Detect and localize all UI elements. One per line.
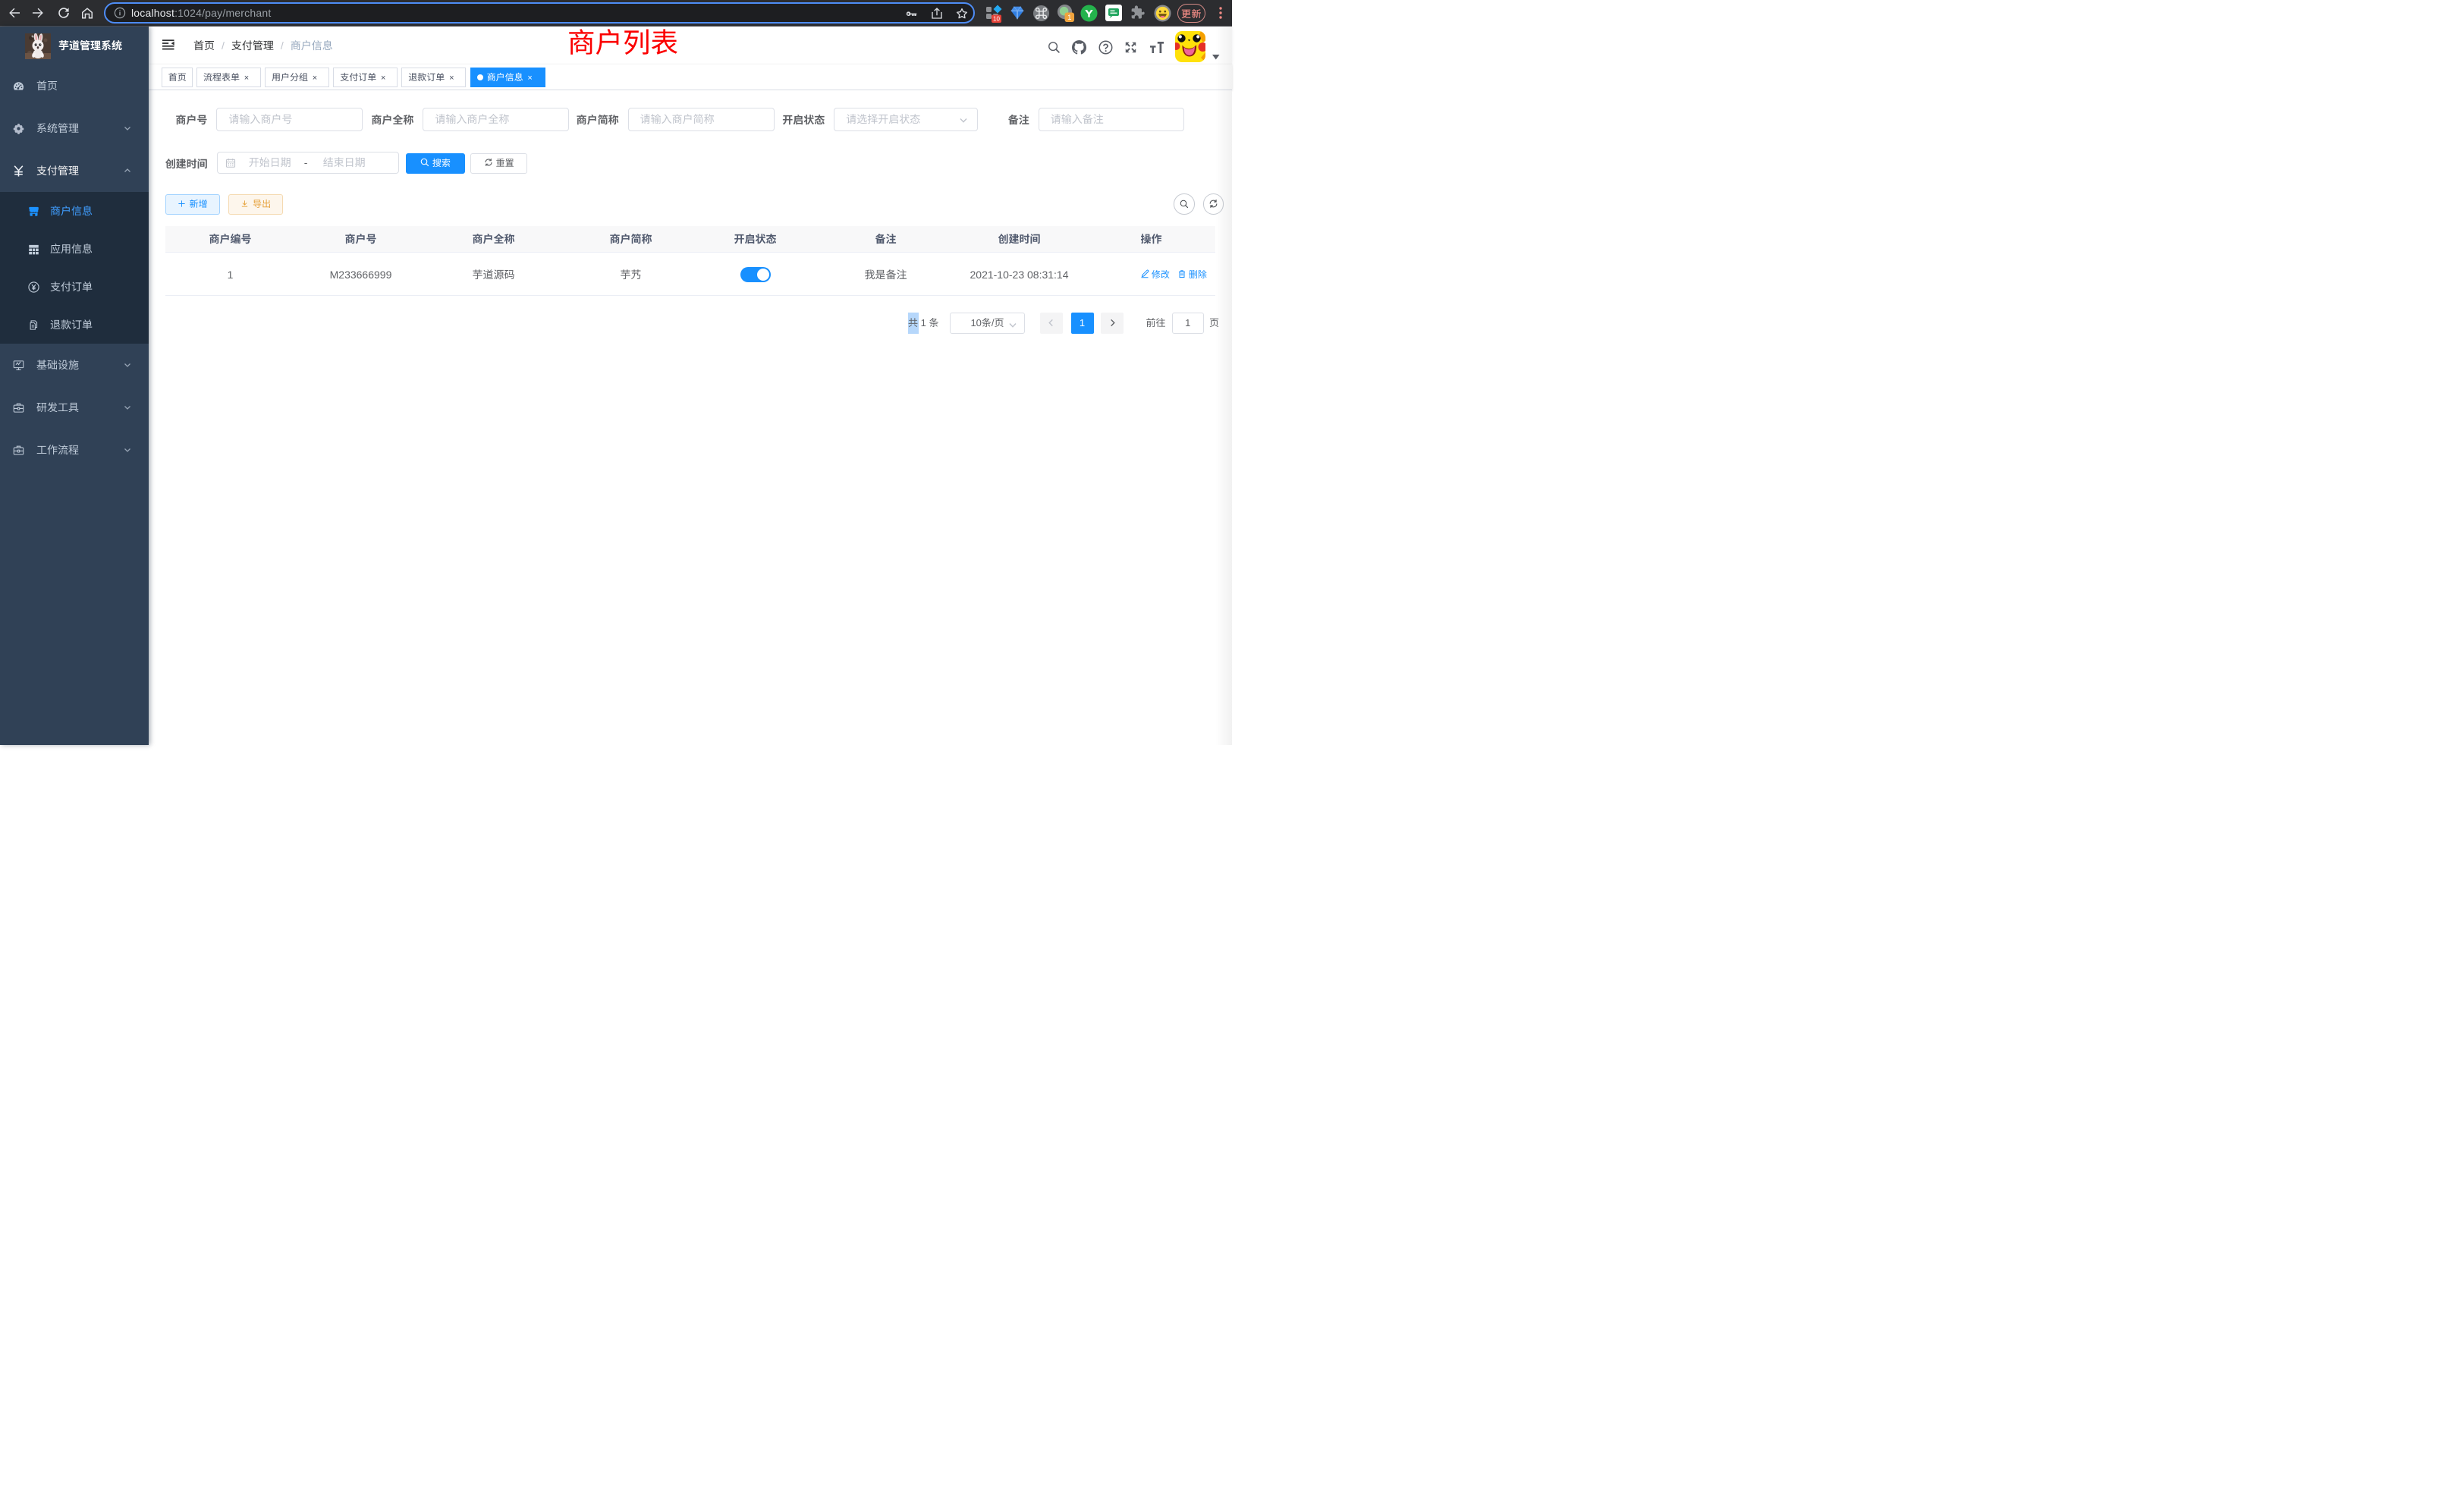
svg-text:10: 10 [993, 16, 1000, 23]
svg-text:1: 1 [1067, 14, 1071, 22]
